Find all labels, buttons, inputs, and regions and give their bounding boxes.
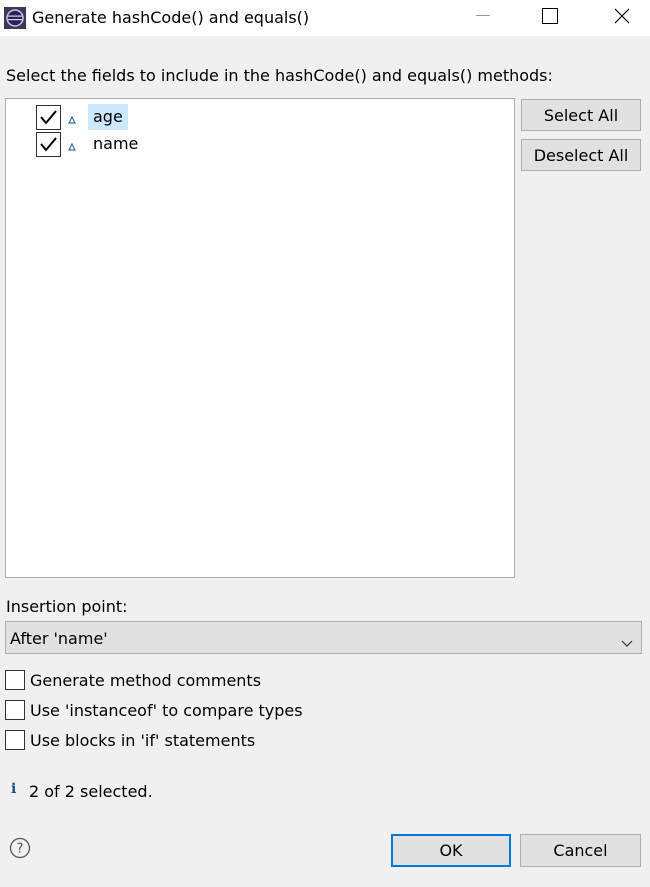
generate-comments-checkbox[interactable] <box>5 670 25 690</box>
field-item-age[interactable]: age <box>36 104 336 130</box>
use-blocks-label: Use blocks in 'if' statements <box>30 731 256 750</box>
field-default-visibility-icon <box>68 136 76 151</box>
selection-status: 2 of 2 selected. <box>29 782 153 801</box>
help-icon[interactable]: ? <box>9 837 31 859</box>
field-label-age[interactable]: age <box>88 104 128 130</box>
field-checkbox-name[interactable] <box>36 132 61 157</box>
insertion-point-select[interactable]: After 'name' <box>5 621 642 654</box>
maximize-button[interactable] <box>525 0 575 32</box>
field-default-visibility-icon <box>68 109 76 124</box>
info-icon: i <box>11 781 17 797</box>
checkmark-icon <box>40 110 57 125</box>
close-icon <box>614 8 630 24</box>
cancel-button[interactable]: Cancel <box>520 834 641 867</box>
use-blocks-checkbox[interactable] <box>5 730 25 750</box>
minimize-button[interactable] <box>458 0 508 32</box>
generate-comments-label: Generate method comments <box>30 671 262 690</box>
checkmark-icon <box>40 137 57 152</box>
ok-button[interactable]: OK <box>391 834 511 867</box>
window-title: Generate hashCode() and equals() <box>32 8 310 27</box>
insertion-point-label: Insertion point: <box>6 597 128 616</box>
field-list[interactable]: age name <box>5 98 515 578</box>
deselect-all-button[interactable]: Deselect All <box>521 139 641 171</box>
field-item-name[interactable]: name <box>36 131 336 157</box>
chevron-down-icon <box>621 633 633 652</box>
eclipse-icon <box>4 7 26 29</box>
field-checkbox-age[interactable] <box>36 105 61 130</box>
use-instanceof-label: Use 'instanceof' to compare types <box>30 701 303 720</box>
select-all-button[interactable]: Select All <box>521 99 641 131</box>
fields-prompt: Select the fields to include in the hash… <box>6 66 553 85</box>
field-label-name[interactable]: name <box>88 131 143 157</box>
close-button[interactable] <box>597 0 647 32</box>
svg-text:?: ? <box>17 842 24 857</box>
title-bar: Generate hashCode() and equals() <box>0 0 650 36</box>
insertion-point-value: After 'name' <box>10 629 108 648</box>
use-instanceof-checkbox[interactable] <box>5 700 25 720</box>
